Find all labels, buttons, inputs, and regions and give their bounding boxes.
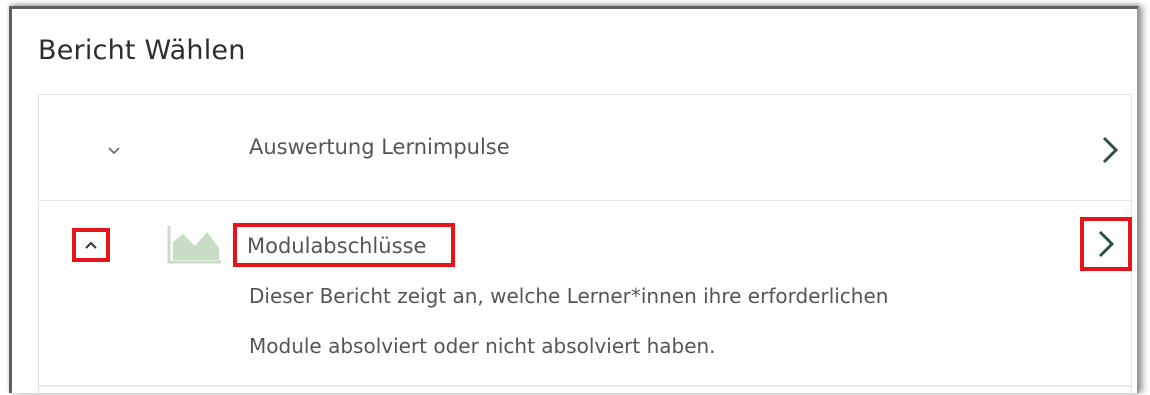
open-report-button[interactable] [1090,126,1130,174]
report-list: Auswertung Lernimpulse Modulabschlüsse D… [38,94,1132,394]
report-description-line-2: Module absolviert oder nicht absolviert … [249,334,716,358]
screenshot-frame: Bericht Wählen Auswertung Lernimpulse Mo… [0,0,1150,394]
list-divider [39,386,1131,395]
expand-toggle-button[interactable] [95,134,133,168]
chevron-right-icon [1102,136,1119,164]
report-select-panel: Bericht Wählen Auswertung Lernimpulse Mo… [9,6,1139,394]
area-chart-icon [167,226,221,264]
report-title-highlight[interactable]: Modulabschlüsse [233,223,455,267]
list-item-auswertung-lernimpulse[interactable]: Auswertung Lernimpulse [39,95,1131,201]
chevron-right-icon [1098,230,1115,258]
open-report-button[interactable] [1080,217,1132,271]
chevron-up-icon [85,241,97,249]
collapse-toggle-button[interactable] [72,228,110,262]
report-title[interactable]: Modulabschlüsse [247,234,426,258]
list-item-modulabschluesse[interactable]: Modulabschlüsse Dieser Bericht zeigt an,… [39,201,1132,386]
report-description-line-1: Dieser Bericht zeigt an, welche Lerner*i… [249,284,889,308]
page-title: Bericht Wählen [38,35,246,66]
chevron-down-icon [108,147,120,155]
report-title[interactable]: Auswertung Lernimpulse [249,135,510,159]
